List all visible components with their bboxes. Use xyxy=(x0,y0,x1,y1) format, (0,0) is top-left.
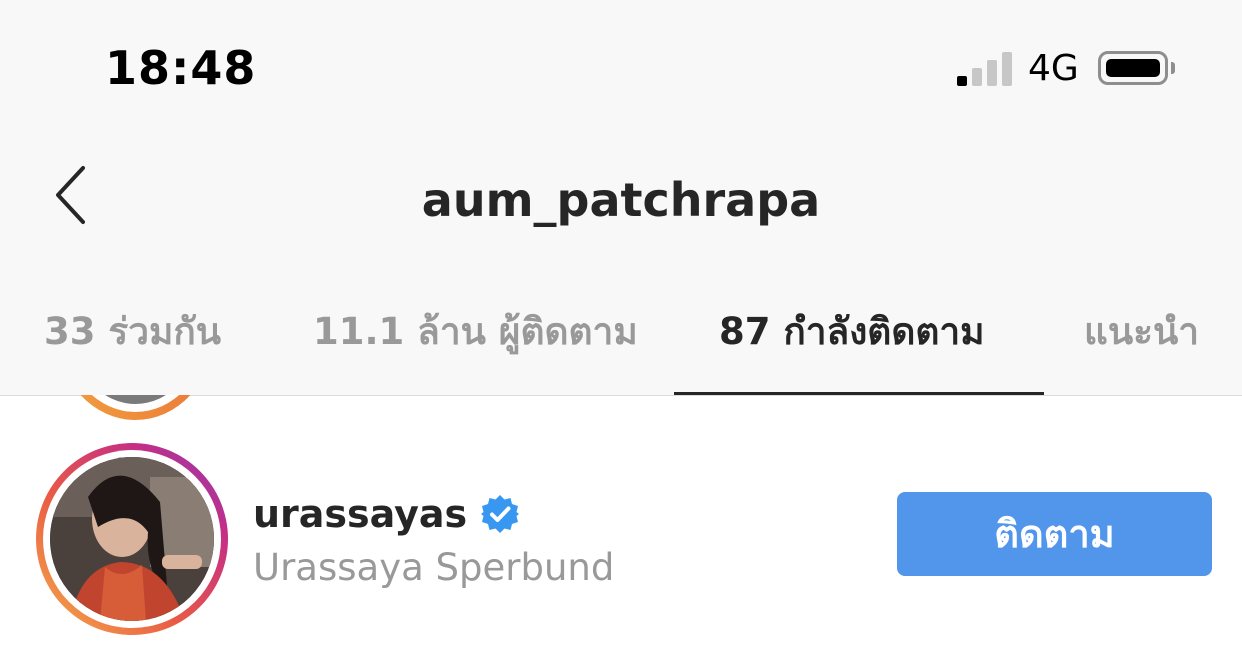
tab-suggested[interactable]: แนะนำ xyxy=(1084,308,1199,356)
tab-bar: 33 ร่วมกัน 11.1 ล้าน ผู้ติดตาม 87 กำลังต… xyxy=(0,290,1242,395)
tab-mutual[interactable]: 33 ร่วมกัน xyxy=(44,308,221,356)
tab-following[interactable]: 87 กำลังติดตาม xyxy=(719,308,985,356)
page-title: aum_patchrapa xyxy=(421,173,821,227)
battery-icon xyxy=(1098,51,1168,85)
network-type: 4G xyxy=(1028,48,1079,89)
full-name: Urassaya Sperbund xyxy=(253,546,615,589)
tab-followers[interactable]: 11.1 ล้าน ผู้ติดตาม xyxy=(313,308,638,356)
avatar-photo xyxy=(50,457,214,621)
follow-button[interactable]: ติดตาม xyxy=(897,492,1212,576)
list-item-username-row[interactable]: urassayas xyxy=(253,486,521,542)
avatar[interactable] xyxy=(36,443,228,635)
signal-strength-icon xyxy=(957,50,1017,86)
verified-badge-icon xyxy=(481,495,520,533)
status-time: 18:48 xyxy=(105,41,257,95)
battery-tip xyxy=(1171,62,1175,74)
username: urassayas xyxy=(253,492,468,536)
